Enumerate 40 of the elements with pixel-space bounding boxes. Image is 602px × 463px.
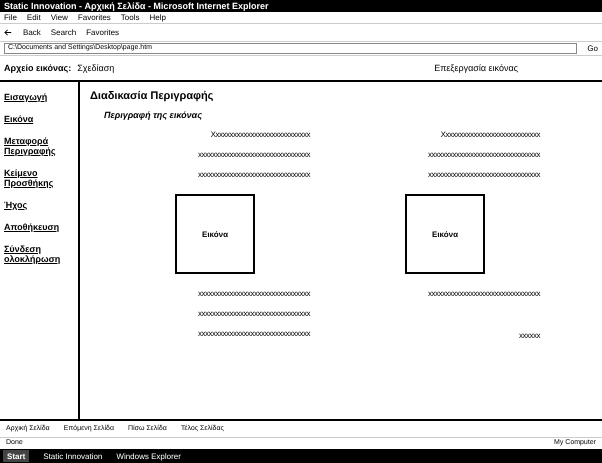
sidebar-link[interactable]: Εικόνα (4, 114, 74, 124)
sidebar-link[interactable]: Σύνδεση ολοκλήρωση (4, 244, 74, 264)
text-line: xxxxxxxxxxxxxxxxxxxxxxxxxxxxxxxx (198, 329, 310, 338)
menu-item[interactable]: View (50, 13, 68, 22)
toolbar-button[interactable]: Back (23, 28, 41, 37)
text-line: Χxxxxxxxxxxxxxxxxxxxxxxxxxxx (210, 130, 310, 139)
sidebar-link[interactable]: Κείμενο Προσθήκης (4, 168, 74, 188)
text-line: xxxxxxxxxxxxxxxxxxxxxxxxxxxxxxxx (198, 289, 310, 298)
header-value: Σχεδίαση (77, 63, 114, 73)
taskbar-button[interactable]: Static Innovation (43, 452, 102, 460)
menu-item[interactable]: Edit (26, 13, 41, 22)
text-line: xxxxxxxxxxxxxxxxxxxxxxxxxxxxxxxx (198, 309, 310, 318)
sidebar-link[interactable]: Αποθήκευση (4, 222, 74, 232)
text-line: xxxxxxxxxxxxxxxxxxxxxxxxxxxxxxxx (428, 150, 540, 159)
sidebar-link[interactable]: Εισαγωγή (4, 92, 74, 102)
menu-item[interactable]: Favorites (78, 13, 111, 22)
section-subtitle: Περιγραφή της εικόνας (104, 110, 203, 120)
toolbar-button[interactable]: Favorites (86, 28, 120, 37)
menu-item[interactable]: Help (149, 13, 166, 22)
header-title: Επεξεργασία εικόνας (434, 63, 518, 73)
go-button[interactable]: Go (587, 44, 598, 53)
image-frame: Εικόνα (175, 194, 255, 274)
text-line: xxxxxxxxxxxxxxxxxxxxxxxxxxxxxxxx (198, 170, 310, 179)
text-line: xxxxxx (519, 331, 540, 340)
back-arrow-icon[interactable] (4, 28, 13, 37)
text-line: xxxxxxxxxxxxxxxxxxxxxxxxxxxxxxxx (428, 170, 540, 179)
image-frame: Εικόνα (405, 194, 485, 274)
taskbar-button[interactable]: Windows Explorer (116, 452, 181, 460)
text-line: Χxxxxxxxxxxxxxxxxxxxxxxxxxxx (440, 130, 540, 139)
window-title: Static Innovation - Αρχική Σελίδα - Microsoft Internet Explorer (0, 0, 602, 12)
text-line: xxxxxxxxxxxxxxxxxxxxxxxxxxxxxxxx (198, 150, 310, 159)
page-heading: Διαδικασία Περιγραφής (90, 90, 214, 102)
start-button[interactable]: Start (3, 450, 30, 462)
menu-item[interactable]: File (4, 13, 17, 22)
text-line: xxxxxxxxxxxxxxxxxxxxxxxxxxxxxxxx (428, 289, 540, 298)
header-label: Αρχείο εικόνας: (4, 63, 72, 73)
menu-item[interactable]: Tools (120, 13, 140, 22)
sidebar-link[interactable]: Μεταφορά Περιγραφής (4, 136, 74, 156)
sidebar-link[interactable]: Ήχος (4, 200, 74, 210)
toolbar-button[interactable]: Search (50, 28, 76, 37)
